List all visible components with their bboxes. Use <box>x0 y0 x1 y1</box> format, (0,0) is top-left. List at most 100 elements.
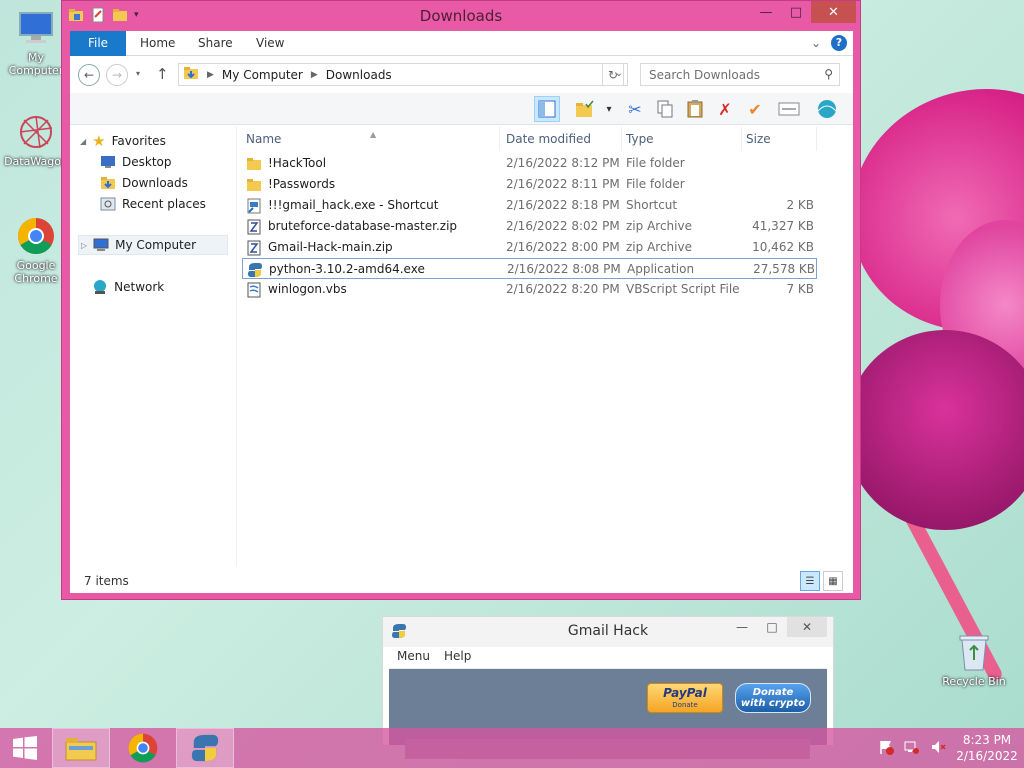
taskbar-file-explorer[interactable] <box>52 728 110 768</box>
file-date: 2/16/2022 8:11 PM <box>506 177 620 191</box>
file-size: 10,462 KB <box>752 240 814 254</box>
expand-chevron-icon[interactable]: ▷ <box>81 241 87 250</box>
breadcrumb-downloads[interactable]: Downloads <box>326 68 392 82</box>
crypto-sublabel: with crypto <box>740 698 806 709</box>
column-header-type[interactable]: Type <box>622 127 742 151</box>
refresh-icon: ↻ <box>607 67 619 82</box>
nav-network[interactable]: ▷ Network <box>80 277 164 297</box>
downloads-folder-icon <box>183 65 199 84</box>
vbs-script-icon <box>247 282 261 297</box>
menu-item-menu[interactable]: Menu <box>397 649 430 668</box>
explorer-titlebar[interactable]: ▾ Downloads — □ ✕ <box>62 1 860 31</box>
paypal-donate-button[interactable]: PayPal Donate <box>647 683 723 713</box>
computer-icon <box>93 238 109 251</box>
file-type: zip Archive <box>626 240 692 254</box>
tab-view[interactable]: View <box>242 31 298 56</box>
breadcrumb-my-computer[interactable]: My Computer <box>222 68 303 82</box>
move-to-folder-button[interactable] <box>572 96 598 122</box>
close-button[interactable]: ✕ <box>811 1 856 23</box>
desktop-icon-recycle-bin[interactable]: Recycle Bin <box>938 632 1010 688</box>
delete-button[interactable]: ✗ <box>712 96 738 122</box>
expand-ribbon-chevron-icon[interactable]: ⌄ <box>811 36 821 50</box>
copy-button[interactable] <box>652 96 678 122</box>
file-row[interactable]: !Passwords 2/16/2022 8:11 PM File folder <box>242 174 817 195</box>
column-header-size[interactable]: Size <box>742 127 817 151</box>
volume-muted-icon[interactable] <box>930 739 946 758</box>
preview-pane-button[interactable] <box>534 96 560 122</box>
taskbar-clock[interactable]: 8:23 PM 2/16/2022 <box>956 732 1018 764</box>
file-date: 2/16/2022 8:20 PM <box>506 282 620 296</box>
maximize-button[interactable]: □ <box>781 1 811 23</box>
help-icon[interactable]: ? <box>831 35 847 51</box>
crypto-label: Donate <box>752 687 794 698</box>
large-icons-view-button[interactable]: ▦ <box>823 571 843 591</box>
nav-item-downloads[interactable]: Downloads <box>100 173 188 193</box>
paste-button[interactable] <box>682 96 708 122</box>
nav-my-computer[interactable]: ▷ My Computer <box>78 235 228 255</box>
file-size <box>742 153 814 174</box>
recent-locations-chevron-icon[interactable]: ▾ <box>136 69 140 78</box>
more-options-chevron-icon[interactable]: ▾ <box>596 96 622 122</box>
delete-x-icon: ✗ <box>718 99 732 119</box>
file-row[interactable]: Gmail-Hack-main.zip 2/16/2022 8:00 PM zi… <box>242 237 817 258</box>
network-icon <box>94 280 107 294</box>
file-date: 2/16/2022 8:18 PM <box>506 198 620 212</box>
breadcrumb-chevron-icon[interactable]: ▶ <box>207 70 214 80</box>
nav-item-recent-places[interactable]: Recent places <box>100 194 206 214</box>
file-name: bruteforce-database-master.zip <box>268 219 458 233</box>
explorer-window: ▾ Downloads — □ ✕ File Home Share View ⌄… <box>61 0 861 600</box>
action-center-flag-icon[interactable] <box>878 739 894 758</box>
address-bar[interactable]: ▶ My Computer ▶ Downloads ⌄ <box>178 63 628 86</box>
file-row[interactable]: !HackTool 2/16/2022 8:12 PM File folder <box>242 153 817 174</box>
column-header-name[interactable]: ▲ Name <box>242 127 500 151</box>
start-button[interactable] <box>0 728 50 768</box>
pane-divider[interactable] <box>236 127 237 567</box>
minimize-button[interactable]: — <box>751 1 781 23</box>
file-date: 2/16/2022 8:08 PM <box>507 262 621 276</box>
gmail-hack-window: Gmail Hack — □ ✕ Menu Help PayPal Donate… <box>382 616 834 759</box>
breadcrumb-chevron-icon[interactable]: ▶ <box>311 70 318 80</box>
details-view-button[interactable]: ☰ <box>800 571 820 591</box>
python-installer-icon <box>248 262 262 277</box>
nav-item-label: Recent places <box>122 197 206 211</box>
tab-share[interactable]: Share <box>184 31 247 56</box>
tab-home[interactable]: Home <box>126 31 189 56</box>
collapse-chevron-icon[interactable]: ◢ <box>80 137 86 146</box>
gmail-hack-titlebar[interactable]: Gmail Hack — □ ✕ <box>383 617 833 647</box>
address-row: ← → ▾ ↑ ▶ My Computer ▶ Downloads ⌄ ↻ Se… <box>70 57 853 93</box>
properties-panel-icon <box>778 102 800 116</box>
taskbar-chrome[interactable] <box>114 728 172 768</box>
menu-item-help[interactable]: Help <box>444 649 471 668</box>
close-button[interactable]: ✕ <box>787 617 827 637</box>
refresh-button[interactable]: ↻ <box>602 63 624 86</box>
file-row-selected[interactable]: python-3.10.2-amd64.exe 2/16/2022 8:08 P… <box>242 258 817 279</box>
properties-button[interactable] <box>776 96 802 122</box>
search-input[interactable]: Search Downloads ⚲ <box>640 63 840 86</box>
nav-item-desktop[interactable]: Desktop <box>100 152 172 172</box>
column-header-date-modified[interactable]: Date modified <box>502 127 622 151</box>
file-explorer-icon <box>65 738 97 761</box>
expand-chevron-icon[interactable]: ▷ <box>80 283 86 292</box>
file-type: zip Archive <box>626 219 692 233</box>
nav-favorites[interactable]: ◢ ★ Favorites <box>80 131 166 151</box>
command-toolbar: ▾ ✂ ✗ ✔ <box>70 93 853 125</box>
cut-button[interactable]: ✂ <box>622 96 648 122</box>
zip-icon <box>247 240 261 255</box>
file-row[interactable]: winlogon.vbs 2/16/2022 8:20 PM VBScript … <box>242 279 817 300</box>
crypto-donate-button[interactable]: Donate with crypto <box>735 683 811 713</box>
maximize-button[interactable]: □ <box>757 617 787 637</box>
file-row[interactable]: bruteforce-database-master.zip 2/16/2022… <box>242 216 817 237</box>
taskbar-python[interactable] <box>176 728 234 768</box>
minimize-button[interactable]: — <box>727 617 757 637</box>
forward-button[interactable]: → <box>106 64 128 86</box>
file-list: ▲ Name Date modified Type Size !HackTool… <box>242 127 817 557</box>
back-button[interactable]: ← <box>78 64 100 86</box>
up-button[interactable]: ↑ <box>156 65 169 83</box>
network-share-button[interactable] <box>814 96 840 122</box>
network-status-icon[interactable] <box>904 739 920 758</box>
rename-button[interactable]: ✔ <box>742 96 768 122</box>
tab-file[interactable]: File <box>70 31 126 56</box>
file-size: 2 KB <box>786 198 814 212</box>
zip-icon <box>247 219 261 234</box>
file-row[interactable]: !!!gmail_hack.exe - Shortcut 2/16/2022 8… <box>242 195 817 216</box>
